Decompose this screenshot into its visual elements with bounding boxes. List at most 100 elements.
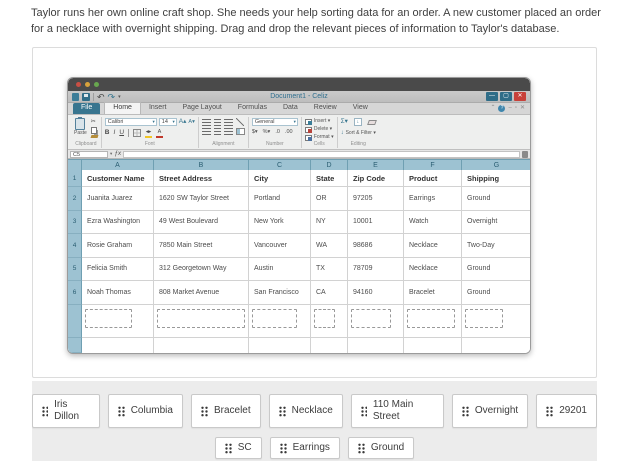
dropzone-street-address[interactable] [157, 308, 245, 328]
delete-button[interactable]: Delete ▾ [304, 126, 334, 133]
decrease-decimal-icon[interactable]: .00 [285, 129, 293, 135]
sort-filter-button[interactable]: Sort & Filter ▾ [346, 130, 376, 136]
clear-icon[interactable] [366, 119, 377, 125]
tab-formulas[interactable]: Formulas [230, 103, 275, 114]
mini-minimize-icon[interactable]: – [508, 105, 511, 112]
copy-icon[interactable] [90, 127, 97, 134]
fill-color-icon[interactable]: ◂▸ [145, 128, 153, 138]
currency-format-icon[interactable]: $▾ [252, 129, 258, 135]
name-box[interactable]: C5 [70, 150, 108, 158]
bold-button[interactable]: B [105, 129, 110, 137]
dropzone-customer-name[interactable] [85, 308, 132, 328]
close-button[interactable]: ✕ [514, 92, 526, 101]
cell-D2: OR [311, 187, 348, 211]
tab-home[interactable]: Home [104, 102, 141, 114]
chip-overnight[interactable]: Overnight [451, 394, 529, 428]
row-header-6[interactable]: 6 [68, 281, 82, 305]
font-size-select[interactable]: 14 ▾ [158, 118, 177, 126]
cell-F4: Necklace [404, 234, 462, 258]
mac-zoom-light[interactable] [94, 82, 99, 87]
percent-format-icon[interactable]: %▾ [263, 129, 271, 135]
merge-center-icon[interactable] [235, 128, 245, 135]
dropzone-state[interactable] [314, 308, 335, 328]
align-bottom-icon[interactable] [223, 118, 233, 126]
tab-page-layout[interactable]: Page Layout [174, 103, 229, 114]
cell-D3: NY [311, 210, 348, 234]
cell-G5: Ground [462, 257, 530, 281]
row-header-1[interactable]: 1 [68, 170, 82, 187]
row-header-4[interactable]: 4 [68, 234, 82, 258]
cell-A6: Noah Thomas [82, 281, 154, 305]
number-format-select[interactable]: General ▾ [251, 118, 298, 126]
formula-input[interactable] [123, 150, 520, 158]
cut-icon[interactable]: ✂ [91, 118, 98, 126]
cell-B5: 312 Georgetown Way [154, 257, 249, 281]
align-top-icon[interactable] [201, 118, 211, 126]
paste-button[interactable]: Paste [74, 117, 87, 136]
borders-icon[interactable] [133, 129, 142, 137]
row-header-dropzone [68, 304, 82, 338]
chip-29201[interactable]: 29201 [536, 394, 597, 428]
cell-B6: 808 Market Avenue [154, 281, 249, 305]
align-left-icon[interactable] [201, 128, 211, 135]
cell-F3: Watch [404, 210, 462, 234]
name-box-dropdown-icon[interactable]: ▾ [110, 151, 112, 157]
tab-view[interactable]: View [345, 103, 376, 114]
tab-file[interactable]: File [73, 103, 101, 114]
tab-insert[interactable]: Insert [141, 103, 175, 114]
minimize-button[interactable]: — [486, 92, 498, 101]
autosum-icon[interactable]: Σ▾ [341, 118, 348, 126]
chip-iris-dillon[interactable]: Iris Dillon [32, 394, 100, 428]
mini-maximize-icon[interactable]: ▫ [515, 105, 517, 112]
underline-button[interactable]: U [119, 129, 124, 137]
row-header-2[interactable]: 2 [68, 187, 82, 211]
align-center-icon[interactable] [213, 128, 221, 135]
tab-review[interactable]: Review [306, 103, 345, 114]
fill-icon[interactable]: ↓ [353, 118, 362, 126]
shrink-font-icon[interactable]: A▾ [188, 118, 194, 126]
grow-font-icon[interactable]: A▴ [179, 118, 187, 126]
format-button[interactable]: Format ▾ [304, 134, 334, 141]
insert-button[interactable]: Insert ▾ [304, 118, 334, 125]
chip-bracelet[interactable]: Bracelet [190, 394, 261, 428]
cell-F6: Bracelet [404, 281, 462, 305]
collapse-ribbon-icon[interactable]: ⌃ [490, 105, 495, 112]
word-bank: Iris Dillon Columbia Bracelet Necklace 110 M… [32, 381, 597, 461]
formula-bar: C5 ▾ ƒx [68, 150, 530, 159]
chip-columbia[interactable]: Columbia [107, 394, 183, 428]
orientation-icon[interactable] [235, 118, 244, 126]
mini-close-icon[interactable]: ✕ [520, 105, 525, 112]
row-header-3[interactable]: 3 [68, 210, 82, 234]
chip-necklace[interactable]: Necklace [268, 394, 343, 428]
tab-data[interactable]: Data [275, 103, 306, 114]
header-cell-shipping: Shipping [462, 170, 530, 187]
maximize-button[interactable]: ▢ [500, 92, 512, 101]
align-middle-icon[interactable] [213, 118, 221, 126]
italic-button[interactable]: I [114, 129, 116, 137]
empty-cell-customer-name [82, 337, 154, 353]
dropzone-shipping[interactable] [465, 308, 503, 328]
sort-filter-icon: ↓ [340, 130, 344, 136]
chip-ground[interactable]: Ground [347, 437, 415, 459]
row-header-5[interactable]: 5 [68, 257, 82, 281]
empty-cell-state [311, 337, 348, 353]
formula-bar-expand-icon[interactable] [522, 150, 528, 158]
chip-sc[interactable]: SC [214, 437, 262, 459]
help-icon[interactable]: ? [498, 105, 506, 112]
mac-minimize-light[interactable] [85, 82, 90, 87]
align-right-icon[interactable] [223, 128, 233, 135]
window-controls: — ▢ ✕ [486, 92, 526, 101]
dropzone-city[interactable] [252, 308, 297, 328]
chip-earrings[interactable]: Earrings [269, 437, 340, 459]
mac-close-light[interactable] [76, 82, 81, 87]
dropzone-zip-code[interactable] [351, 308, 391, 328]
font-color-icon[interactable]: A [156, 128, 164, 138]
font-name-select[interactable]: Calibri ▾ [104, 118, 157, 126]
cell-G3: Overnight [462, 210, 530, 234]
increase-decimal-icon[interactable]: .0 [275, 129, 280, 135]
chip-110-main-street[interactable]: 110 Main Street [350, 394, 444, 428]
save-icon[interactable] [82, 92, 90, 101]
dropzone-product[interactable] [407, 308, 455, 328]
format-painter-icon[interactable] [90, 135, 99, 138]
header-cell-state: State [311, 170, 348, 187]
